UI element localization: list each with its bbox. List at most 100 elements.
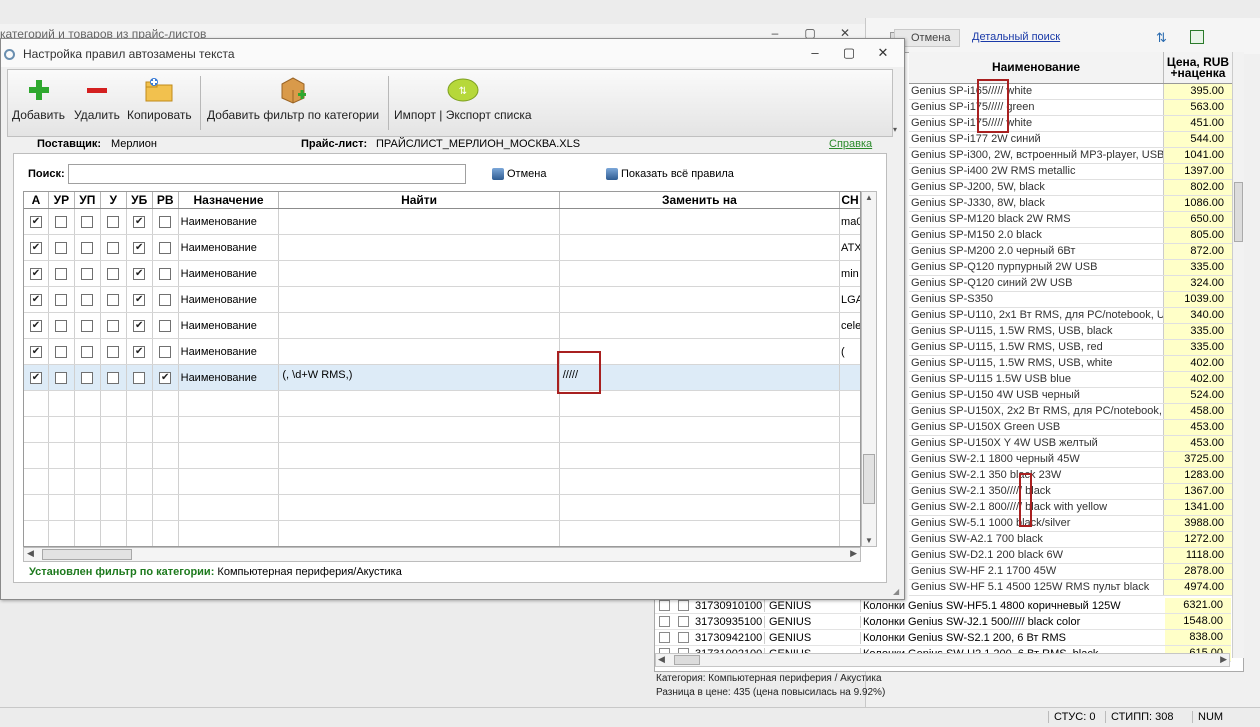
price-row[interactable]: Genius SP-M120 black 2W RMS 650.00: [909, 212, 1232, 228]
table-row[interactable]: [24, 417, 860, 443]
cell-replace[interactable]: [560, 339, 841, 364]
row-checkbox[interactable]: [678, 600, 689, 611]
checkbox-u[interactable]: [107, 267, 120, 280]
cell-ch[interactable]: (: [840, 339, 860, 364]
column-header-find[interactable]: Найти: [279, 192, 560, 208]
checkbox-ur[interactable]: [55, 319, 68, 332]
checkbox-ub[interactable]: ✔: [133, 319, 146, 332]
price-row[interactable]: Genius SP-U150 4W USB черный 524.00: [909, 388, 1232, 404]
cell-purpose[interactable]: Наименование: [179, 339, 280, 364]
checkbox-a[interactable]: ✔: [29, 319, 42, 332]
price-row[interactable]: Genius SP-U115 1.5W USB blue 402.00: [909, 372, 1232, 388]
cell-ch[interactable]: LGA: [840, 287, 860, 312]
column-header-price[interactable]: Цена, RUB +наценка: [1164, 52, 1232, 83]
row-checkbox[interactable]: [678, 616, 689, 627]
checkbox-up[interactable]: [81, 371, 94, 384]
price-row[interactable]: Genius SP-i300, 2W, встроенный MP3-playe…: [909, 148, 1232, 164]
cell-purpose[interactable]: Наименование: [179, 209, 280, 234]
checkbox-ub[interactable]: ✔: [133, 293, 146, 306]
price-row[interactable]: Genius SP-i177 2W синий 544.00: [909, 132, 1232, 148]
checkbox-up[interactable]: [81, 215, 94, 228]
cell-find[interactable]: [279, 261, 560, 286]
column-header-ub[interactable]: УБ: [127, 192, 153, 208]
column-header-ch[interactable]: СН: [840, 192, 860, 208]
checkbox-a[interactable]: ✔: [29, 345, 42, 358]
price-row[interactable]: Genius SP-U150X Green USB 453.00: [909, 420, 1232, 436]
column-header-purpose[interactable]: Назначение: [179, 192, 280, 208]
price-row[interactable]: Genius SP-U115, 1.5W RMS, USB, black 335.…: [909, 324, 1232, 340]
checkbox-ub[interactable]: ✔: [133, 215, 146, 228]
cell-ch[interactable]: ATX: [840, 235, 860, 260]
row-checkbox[interactable]: [678, 632, 689, 643]
price-row[interactable]: Genius SP-U150X, 2x2 Вт RMS, для PC/note…: [909, 404, 1232, 420]
add-category-filter-button[interactable]: Добавить фильтр по категории: [207, 70, 379, 136]
cell-ch[interactable]: ma0: [840, 209, 860, 234]
scroll-right-icon[interactable]: ▶: [1220, 654, 1227, 665]
checkbox-ur[interactable]: [55, 293, 68, 306]
cell-find[interactable]: [279, 313, 560, 338]
help-link[interactable]: Справка: [829, 138, 872, 150]
add-button[interactable]: Добавить: [12, 70, 65, 136]
cell-replace[interactable]: [560, 313, 841, 338]
checkbox-rv[interactable]: ✔: [159, 371, 172, 384]
scroll-thumb[interactable]: [1234, 182, 1243, 242]
table-row[interactable]: [24, 469, 860, 495]
column-header-u[interactable]: У: [101, 192, 127, 208]
price-row[interactable]: Genius SW-2.1 800///// black with yellow…: [909, 500, 1232, 516]
table-row[interactable]: [24, 521, 860, 546]
cell-find[interactable]: [279, 235, 560, 260]
checkbox-a[interactable]: ✔: [29, 293, 42, 306]
list-item[interactable]: 31730942100 GENIUS Колонки Genius SW-S2.1 …: [655, 630, 1231, 646]
cell-purpose[interactable]: Наименование: [179, 287, 280, 312]
price-row[interactable]: Genius SP-i400 2W RMS metallic 1397.00: [909, 164, 1232, 180]
checkbox-a[interactable]: ✔: [29, 267, 42, 280]
price-row[interactable]: Genius SP-U150X Y 4W USB желтый 453.00: [909, 436, 1232, 452]
list-item[interactable]: 31730910100 GENIUS Колонки Genius SW-HF5.1…: [655, 598, 1231, 614]
resize-grip-icon[interactable]: ◢: [893, 587, 899, 596]
checkbox-u[interactable]: [107, 241, 120, 254]
checkbox-ub[interactable]: ✔: [133, 241, 146, 254]
scroll-up-icon[interactable]: ▲: [865, 193, 873, 202]
table-row[interactable]: ✔ ✔ Наименование min: [24, 261, 860, 287]
scroll-thumb[interactable]: [42, 549, 132, 560]
search-input[interactable]: [68, 164, 466, 184]
copy-button[interactable]: Копировать: [127, 70, 192, 136]
delete-button[interactable]: Удалить: [74, 70, 120, 136]
cell-find[interactable]: [279, 209, 560, 234]
row-checkbox[interactable]: [659, 632, 670, 643]
price-row[interactable]: Genius SW-HF 5.1 4500 125W RMS пульт bla…: [909, 580, 1232, 596]
cell-replace[interactable]: [560, 261, 841, 286]
table-row[interactable]: ✔ ✔ Наименование LGA: [24, 287, 860, 313]
cell-purpose[interactable]: Наименование: [179, 261, 280, 286]
toolbar-overflow-icon[interactable]: ▾: [893, 125, 897, 134]
checkbox-ub[interactable]: ✔: [133, 345, 146, 358]
price-row[interactable]: Genius SP-i175///// green 563.00: [909, 100, 1232, 116]
price-row[interactable]: Genius SP-S350 1039.00: [909, 292, 1232, 308]
price-row[interactable]: Genius SP-M200 2.0 черный 6Вт 872.00: [909, 244, 1232, 260]
price-row[interactable]: Genius SP-J330, 8W, black 1086.00: [909, 196, 1232, 212]
checkbox-a[interactable]: ✔: [29, 371, 42, 384]
checkbox-u[interactable]: [107, 293, 120, 306]
show-all-rules-button[interactable]: Показать всё правила: [606, 168, 734, 180]
checkbox-ub[interactable]: [133, 371, 146, 384]
table-row[interactable]: ✔ ✔ Наименование (, \d+W RMS,)/////: [24, 365, 860, 391]
price-row[interactable]: Genius SP-U115, 1.5W RMS, USB, white 402.…: [909, 356, 1232, 372]
checkbox-a[interactable]: ✔: [29, 215, 42, 228]
cancel-search-button[interactable]: Отмена: [492, 168, 546, 180]
price-row[interactable]: Genius SP-U110, 2x1 Вт RMS, для PC/noteb…: [909, 308, 1232, 324]
table-row[interactable]: ✔ ✔ Наименование ma0: [24, 209, 860, 235]
checkbox-u[interactable]: [107, 319, 120, 332]
checkbox-ub[interactable]: ✔: [133, 267, 146, 280]
price-row[interactable]: Genius SW-D2.1 200 black 6W 1118.00: [909, 548, 1232, 564]
cell-purpose[interactable]: Наименование: [179, 313, 280, 338]
list-item[interactable]: 31730935100 GENIUS Колонки Genius SW-J2.1 …: [655, 614, 1231, 630]
rules-vertical-scrollbar[interactable]: ▲ ▼: [861, 191, 877, 547]
checkbox-rv[interactable]: [159, 319, 172, 332]
detailed-search-link[interactable]: Детальный поиск: [972, 31, 1060, 43]
cell-find[interactable]: [279, 287, 560, 312]
checkbox-ur[interactable]: [55, 215, 68, 228]
price-row[interactable]: Genius SW-2.1 350 black 23W 1283.00: [909, 468, 1232, 484]
checkbox-ur[interactable]: [55, 267, 68, 280]
checkbox-rv[interactable]: [159, 241, 172, 254]
row-checkbox[interactable]: [659, 600, 670, 611]
